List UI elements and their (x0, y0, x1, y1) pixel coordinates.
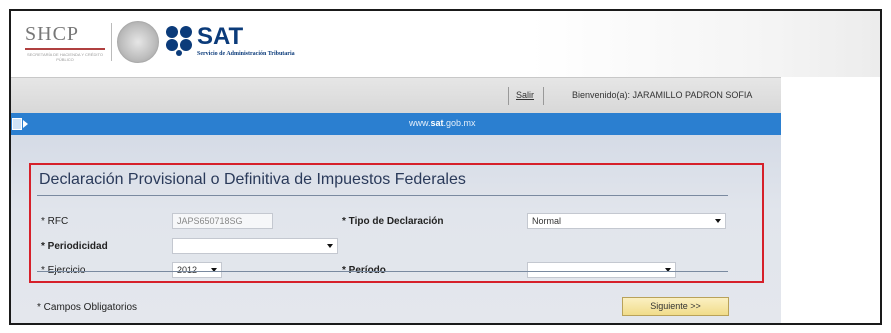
logo-divider (111, 23, 112, 61)
rfc-input[interactable]: JAPS650718SG (172, 213, 273, 229)
screenshot-frame: SHCP SECRETARÍA DE HACIENDA Y CRÉDITO PÚ… (9, 9, 882, 325)
tipo-declaracion-select[interactable]: Normal (527, 213, 726, 229)
periodo-select[interactable] (527, 262, 676, 278)
arrow-right-icon (23, 120, 28, 128)
ejercicio-select[interactable]: 2012 (172, 262, 222, 278)
userbar-separator (508, 87, 509, 105)
tipo-declaracion-value: Normal (532, 216, 562, 226)
site-url-suffix: .gob.mx (443, 118, 476, 128)
periodicidad-select[interactable] (172, 238, 338, 254)
chevron-down-icon (715, 219, 721, 223)
userbar-separator (543, 87, 544, 105)
coat-of-arms-icon (117, 21, 159, 63)
welcome-text: Bienvenido(a): JARAMILLO PADRON SOFIA (572, 90, 753, 100)
site-band: www.sat.gob.mx (11, 113, 781, 135)
shcp-logo-subtitle: SECRETARÍA DE HACIENDA Y CRÉDITO PÚBLICO (27, 52, 103, 62)
shcp-logo-rule (25, 48, 105, 50)
shcp-logo: SHCP SECRETARÍA DE HACIENDA Y CRÉDITO PÚ… (25, 23, 105, 62)
menu-toggle-icon[interactable] (12, 118, 22, 130)
user-bar: Salir Bienvenido(a): JARAMILLO PADRON SO… (11, 77, 781, 113)
rfc-label: * RFC (41, 216, 69, 227)
sat-subtitle: Servicio de Administración Tributaria (197, 51, 295, 57)
sat-logo-icon (166, 26, 192, 56)
next-button[interactable]: Siguiente >> (622, 297, 729, 316)
periodicidad-label: * Periodicidad (41, 241, 108, 252)
site-url: www.sat.gob.mx (409, 118, 476, 128)
form-bottom-divider (37, 271, 728, 272)
site-header: SHCP SECRETARÍA DE HACIENDA Y CRÉDITO PÚ… (11, 11, 880, 77)
header-banner-fade (531, 11, 880, 77)
ejercicio-value: 2012 (177, 265, 198, 275)
right-margin (781, 77, 880, 323)
tipo-declaracion-label: * Tipo de Declaración (342, 216, 444, 227)
shcp-logo-text: SHCP (25, 23, 80, 45)
required-fields-note: * Campos Obligatorios (37, 302, 138, 313)
chevron-down-icon (327, 244, 333, 248)
sat-title: SAT (197, 23, 244, 50)
declaration-form-panel: Declaración Provisional o Definitiva de … (11, 135, 781, 323)
site-url-bold: sat (430, 118, 444, 128)
form-title: Declaración Provisional o Definitiva de … (39, 171, 466, 188)
site-url-prefix: www. (409, 118, 431, 128)
logout-link[interactable]: Salir (516, 90, 534, 100)
title-divider (37, 195, 728, 196)
